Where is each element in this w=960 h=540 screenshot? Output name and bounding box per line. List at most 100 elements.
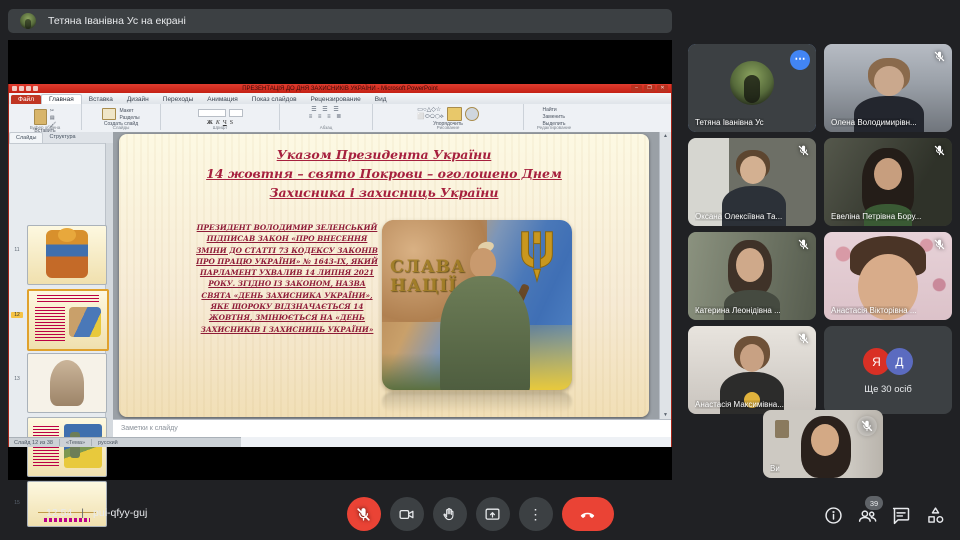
font-size-box[interactable] <box>229 109 243 117</box>
activities-button[interactable] <box>925 505 946 526</box>
participants-button[interactable]: 39 <box>857 505 878 526</box>
minimize-button: – <box>631 85 642 92</box>
ribbon: ✂ ▤ 🖌 Вставить Буфер обмена Макет Раздел… <box>9 104 671 133</box>
group-label-paragraph: Абзац <box>320 125 333 130</box>
mic-off-icon <box>857 416 877 436</box>
more-participants-tile[interactable]: Я Д Ще 30 осіб <box>824 326 952 414</box>
participant-tile-tetiana[interactable]: ⋯ Тетяна Іванівна Ус <box>688 44 816 132</box>
present-screen-button[interactable] <box>476 497 510 531</box>
tab-home[interactable]: Главная <box>41 94 82 104</box>
notes-pane[interactable]: Заметки к слайду <box>113 419 671 437</box>
tab-file[interactable]: Файл <box>11 95 41 104</box>
group-paragraph: ☰ ☰ ☰ ≡ ≡ ≡ ≣ Абзац <box>280 104 373 130</box>
participant-tile-oksana[interactable]: Оксана Олексіївна Та... <box>688 138 816 226</box>
mic-off-icon <box>933 50 946 63</box>
participant-name: Тетяна Іванівна Ус <box>695 118 764 127</box>
panel-tab-outline[interactable]: Структура <box>43 132 81 143</box>
present-icon <box>484 506 501 523</box>
more-options-button[interactable]: ⋮ <box>519 497 553 531</box>
slide-thumbnail-14[interactable] <box>27 417 107 477</box>
chat-button[interactable] <box>891 505 912 526</box>
group-font: ЖКЧS Шрифт <box>161 104 280 130</box>
shared-screen[interactable]: ПРЕЗЕНТАЦІЯ ДО ДНЯ ЗАХИСНИКІВ УКРАЇНИ - … <box>8 40 672 480</box>
ppt-status-bar: Слайд 12 из 38 «Тема» русский <box>9 437 241 447</box>
mic-off-icon <box>933 238 946 251</box>
mic-off-icon <box>797 144 810 157</box>
more-participants-label: Ще 30 осіб <box>824 384 952 395</box>
thumb-number: 13 <box>11 376 23 382</box>
group-editing: Найти Заменить Выделить Редактирование <box>524 104 584 130</box>
tab-slideshow[interactable]: Показ слайдов <box>245 95 304 104</box>
participant-name: Евеліна Петрівна Бору... <box>831 212 921 221</box>
slide-thumbnail-13[interactable] <box>27 353 107 413</box>
language-indicator: русский <box>98 440 118 446</box>
font-name-box[interactable] <box>198 109 226 117</box>
quick-access-toolbar[interactable] <box>12 86 38 91</box>
powerpoint-window: ПРЕЗЕНТАЦІЯ ДО ДНЯ ЗАХИСНИКІВ УКРАЇНИ - … <box>8 84 672 447</box>
trident-icon <box>516 230 558 288</box>
maximize-button: ❐ <box>644 85 655 92</box>
window-controls[interactable]: –❐✕ <box>631 85 668 92</box>
tab-review[interactable]: Рецензирование <box>304 95 368 104</box>
shadow-button[interactable]: S <box>230 120 233 126</box>
new-slide-icon[interactable] <box>102 108 116 120</box>
participant-tile-olena[interactable]: Олена Володимирівн... <box>824 44 952 132</box>
participant-avatar <box>730 61 774 105</box>
participant-tile-anastasiia-v[interactable]: Анастасія Вікторівна ... <box>824 232 952 320</box>
find-button[interactable]: Найти <box>542 107 565 113</box>
mic-off-icon <box>933 144 946 157</box>
tile-more-options-button[interactable]: ⋯ <box>790 50 810 70</box>
participant-name: Анастасія Максимівна... <box>695 400 784 409</box>
raise-hand-button[interactable] <box>433 497 467 531</box>
notes-placeholder: Заметки к слайду <box>121 425 178 432</box>
close-button: ✕ <box>657 85 668 92</box>
participant-tile-evelina[interactable]: Евеліна Петрівна Бору... <box>824 138 952 226</box>
presenting-banner: Тетяна Іванівна Ус на екрані <box>8 9 672 33</box>
slide-thumbnail-12-current[interactable] <box>27 289 109 351</box>
group-drawing: ▭○△◇☆⬜⬭⬠⬡⟡ Упорядочить Рисование <box>373 104 524 130</box>
theme-name: «Тема» <box>66 440 85 446</box>
slide-thumbnail-11[interactable] <box>27 225 107 285</box>
group-label-editing: Редактирование <box>537 125 571 130</box>
panel-tab-slides[interactable]: Слайды <box>9 132 43 143</box>
end-call-icon <box>579 506 596 523</box>
self-video-tile[interactable]: Ви <box>763 410 883 478</box>
paste-icon[interactable] <box>34 109 47 125</box>
arrange-icon[interactable] <box>447 107 462 121</box>
end-call-button[interactable] <box>562 497 614 531</box>
tab-transitions[interactable]: Переходы <box>156 95 201 104</box>
slide-title: Указом Президента України 14 жовтня – св… <box>159 146 609 202</box>
copy-button[interactable]: ▤ <box>50 115 56 121</box>
participant-tile-kateryna[interactable]: Катерина Леонідівна ... <box>688 232 816 320</box>
activities-icon <box>925 505 946 526</box>
group-label-clipboard: Буфер обмена <box>30 125 61 130</box>
shapes-gallery[interactable]: ▭○△◇☆⬜⬭⬠⬡⟡ <box>417 106 443 121</box>
group-label-slides: Слайды <box>113 125 130 130</box>
scroll-up-icon: ▲ <box>663 133 668 139</box>
quick-styles-icon[interactable] <box>465 107 479 121</box>
mic-off-icon <box>355 506 372 523</box>
slide-image-cossack: СЛАВА НАЦІЇ <box>382 220 572 390</box>
layout-button[interactable]: Макет <box>119 108 139 114</box>
group-label-drawing: Рисование <box>437 125 460 130</box>
cut-button[interactable]: ✂ <box>50 108 56 114</box>
presenting-banner-text: Тетяна Іванівна Ус на екрані <box>48 15 186 27</box>
camera-toggle-button[interactable] <box>390 497 424 531</box>
tab-view[interactable]: Вид <box>368 95 394 104</box>
main-scrollbar[interactable]: ▲▼ <box>659 132 671 419</box>
presenter-avatar <box>20 13 36 29</box>
thumb-number: 11 <box>11 247 23 253</box>
scroll-down-icon: ▼ <box>663 412 668 418</box>
tab-animations[interactable]: Анимация <box>200 95 245 104</box>
tab-design[interactable]: Дизайн <box>120 95 156 104</box>
tab-insert[interactable]: Вставка <box>82 95 120 104</box>
replace-button[interactable]: Заменить <box>542 114 565 120</box>
self-label: Ви <box>770 464 780 473</box>
mic-toggle-button[interactable] <box>347 497 381 531</box>
meeting-details-button[interactable] <box>823 505 844 526</box>
chat-icon <box>891 505 912 526</box>
hand-icon <box>441 506 458 523</box>
info-icon <box>823 505 844 526</box>
participant-tile-anastasiia-m[interactable]: Анастасія Максимівна... <box>688 326 816 414</box>
participant-name: Олена Володимирівн... <box>831 118 917 127</box>
